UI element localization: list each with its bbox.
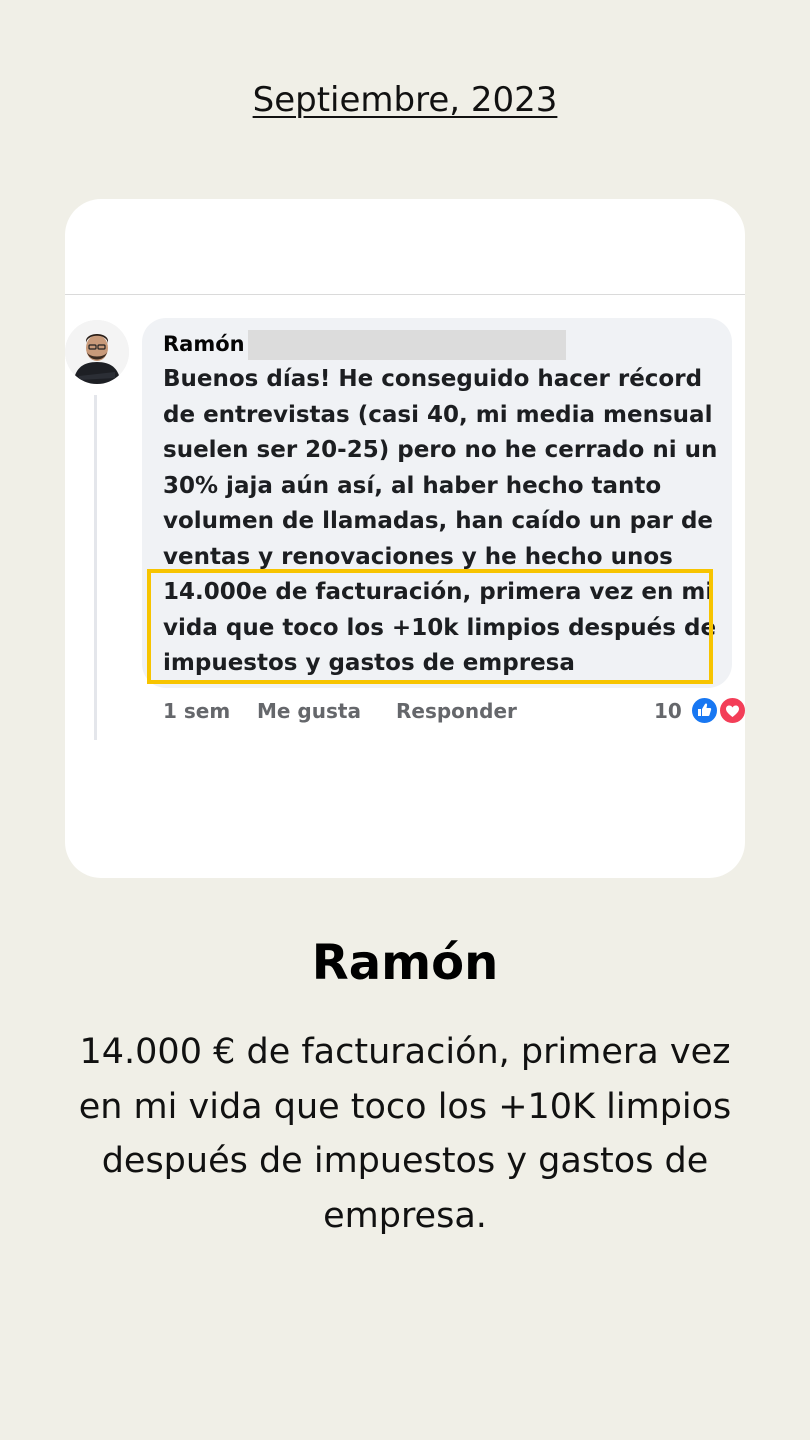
love-reaction-icon[interactable]: [718, 696, 745, 725]
comment-line: de entrevistas (casi 40, mi media mensua…: [163, 401, 713, 428]
comment-line: Buenos días! He conseguido hacer récord: [163, 366, 703, 392]
avatar-photo-icon: [65, 320, 129, 384]
comment-screenshot-card: Ramón Buenos días! He conseguido hacer r…: [65, 199, 745, 878]
comment-author[interactable]: Ramón: [163, 332, 245, 356]
thread-line: [94, 395, 97, 740]
comment-line: suelen ser 20-25) pero no he cerrado ni …: [163, 437, 718, 463]
highlight-box: [147, 569, 713, 684]
thumbs-up-icon: [698, 703, 712, 716]
testimonial-name: Ramón: [311, 935, 499, 991]
comment-line: 30% jaja aún así, al haber hecho tanto: [163, 472, 662, 499]
testimonial-quote: 14.000 € de facturación, primera vez en …: [78, 1032, 732, 1236]
reaction-count[interactable]: 10: [654, 699, 682, 723]
like-reaction-icon[interactable]: [690, 696, 719, 725]
comment-time[interactable]: 1 sem: [163, 699, 230, 723]
redacted-surname: [248, 330, 566, 360]
heart-icon: [726, 705, 739, 717]
reply-button[interactable]: Responder: [396, 699, 517, 723]
like-button[interactable]: Me gusta: [257, 699, 361, 723]
avatar[interactable]: [65, 320, 129, 384]
date-heading: Septiembre, 2023: [252, 80, 558, 120]
comment-line: volumen de llamadas, han caído un par de: [163, 508, 714, 534]
divider: [65, 294, 745, 295]
